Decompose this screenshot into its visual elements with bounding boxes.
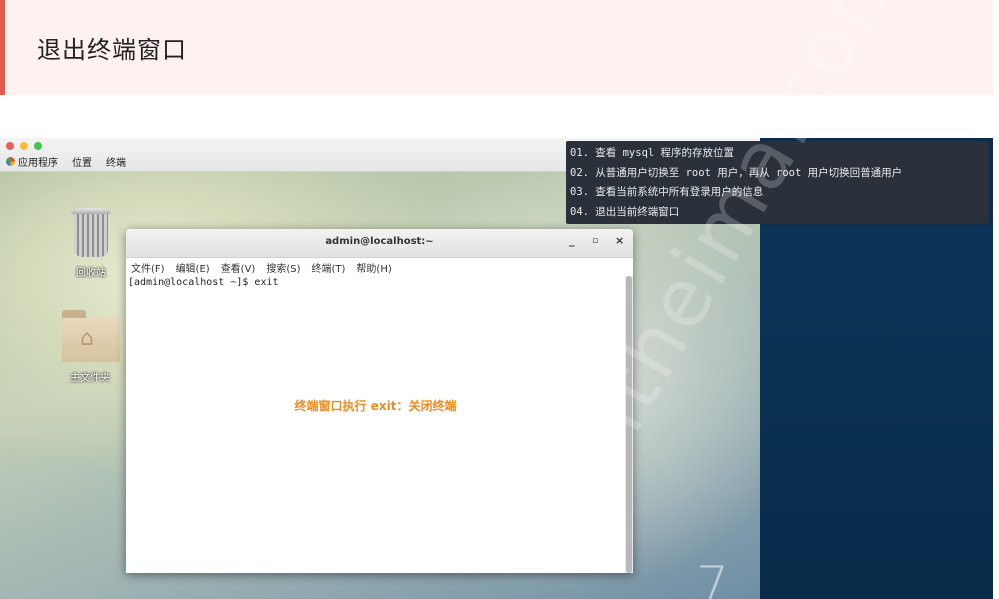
slide-title: 退出终端窗口 — [37, 36, 187, 64]
header-accent-bar — [0, 0, 5, 95]
trash-label: 回收站 — [76, 268, 106, 279]
applications-icon — [6, 156, 15, 166]
menu-applications-label: 应用程序 — [18, 157, 58, 169]
menu-help[interactable]: 帮助(H) — [356, 260, 391, 275]
close-button[interactable]: × — [615, 234, 624, 247]
menu-view[interactable]: 查看(V) — [221, 260, 256, 275]
menu-applications[interactable]: 应用程序 — [6, 154, 58, 169]
terminal-menubar: 文件(F) 编辑(E) 查看(V) 搜索(S) 终端(T) 帮助(H) — [131, 259, 392, 275]
menu-places[interactable]: 位置 — [72, 154, 92, 169]
home-folder-label: 主文件夹 — [70, 373, 110, 384]
terminal-output[interactable]: [admin@localhost ~]$ exit 终端窗口执行 exit：关闭… — [126, 276, 625, 573]
terminal-window[interactable]: admin@localhost:~ _ ▫ × 文件(F) 编辑(E) 查看(V… — [126, 229, 633, 573]
trash-can — [74, 214, 108, 257]
menu-search[interactable]: 搜索(S) — [266, 260, 300, 275]
maximize-button[interactable]: ▫ — [592, 236, 598, 246]
trash-icon[interactable] — [71, 208, 111, 258]
home-folder-icon[interactable]: ⌂ — [62, 306, 120, 364]
panel-menubar: 应用程序 位置 终端 — [6, 154, 126, 169]
terminal-prompt-line: [admin@localhost ~]$ exit — [128, 277, 279, 288]
terminal-titlebar[interactable]: admin@localhost:~ _ ▫ × — [126, 229, 633, 258]
annotation-text: 终端窗口执行 exit：关闭终端 — [294, 399, 457, 413]
menu-terminal[interactable]: 终端 — [106, 154, 126, 169]
menu-file[interactable]: 文件(F) — [131, 260, 165, 275]
minimize-button[interactable]: _ — [569, 234, 575, 247]
menu-edit[interactable]: 编辑(E) — [176, 260, 210, 275]
desktop-wallpaper-dark — [760, 226, 993, 599]
close-dot-icon[interactable] — [6, 142, 14, 150]
wallpaper-mark: 7 — [696, 556, 730, 599]
menu-terminal-tab[interactable]: 终端(T) — [312, 260, 346, 275]
minimize-dot-icon[interactable] — [20, 142, 28, 150]
house-icon: ⌂ — [80, 326, 94, 351]
maximize-dot-icon[interactable] — [34, 142, 42, 150]
terminal-title: admin@localhost:~ — [325, 236, 434, 247]
